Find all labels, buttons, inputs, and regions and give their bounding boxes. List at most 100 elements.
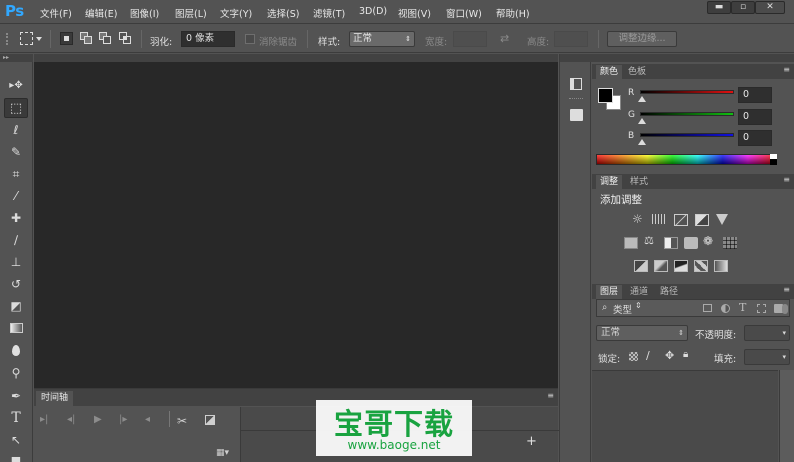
menu-layer[interactable]: 图层(L) [175,6,207,20]
blur-tool-icon[interactable] [4,341,28,361]
scissors-icon[interactable]: ✂ [177,414,187,428]
menu-filter[interactable]: 滤镜(T) [313,6,345,20]
blue-slider[interactable] [640,133,734,137]
red-slider-handle[interactable] [638,96,646,102]
crop-tool-icon[interactable]: ⌗ [4,164,28,184]
lock-pixels-icon[interactable]: ∕ [646,349,650,362]
tab-paths[interactable]: 路径 [656,285,682,299]
black-white-icon[interactable] [664,237,678,249]
feather-input[interactable]: 0 像素 [181,31,235,47]
tab-styles[interactable]: 样式 [626,175,652,189]
minimize-button[interactable]: ▬ [707,1,731,14]
intersect-selection-icon[interactable] [119,32,132,45]
menu-help[interactable]: 帮助(H) [496,6,530,20]
menu-image[interactable]: 图像(I) [130,6,159,20]
clone-stamp-tool-icon[interactable]: ⊥ [4,252,28,272]
adjustment-filter-icon[interactable] [721,304,730,313]
blue-slider-handle[interactable] [638,139,646,145]
panel-group-grip[interactable] [592,54,794,62]
tab-color[interactable]: 颜色 [596,65,623,79]
menu-edit[interactable]: 编辑(E) [85,6,117,20]
close-button[interactable]: ✕ [755,1,785,14]
red-value-input[interactable]: 0 [738,87,772,103]
color-lookup-icon[interactable] [723,237,737,249]
menu-select[interactable]: 选择(S) [267,6,299,20]
quick-selection-tool-icon[interactable]: ✎ [4,142,28,162]
hue-saturation-icon[interactable] [624,237,638,249]
filter-toggle[interactable] [782,304,788,314]
brightness-contrast-icon[interactable]: ☼ [632,212,646,226]
blue-value-input[interactable]: 0 [738,130,772,146]
green-value-input[interactable]: 0 [738,109,772,125]
width-input[interactable] [453,31,487,47]
add-to-selection-icon[interactable] [80,32,93,45]
rect-marquee-tool-icon[interactable]: ⬚ [4,98,28,118]
play-icon[interactable]: ▶ [94,414,102,425]
shape-tool-icon[interactable]: ■ [4,451,28,462]
new-selection-icon[interactable] [60,32,73,45]
photo-filter-icon[interactable] [684,237,698,249]
selective-color-icon[interactable] [694,260,708,272]
rect-marquee-preset-icon[interactable] [20,32,33,45]
tab-layers[interactable]: 图层 [596,285,623,299]
properties-panel-icon[interactable] [565,105,587,125]
refine-edge-button[interactable]: 调整边缘... [607,31,677,47]
history-panel-icon[interactable] [565,74,587,94]
dock-grip[interactable] [560,54,592,62]
panel-menu-icon[interactable]: ≡ [783,285,790,294]
chevron-down-icon[interactable] [36,37,42,41]
next-frame-icon[interactable]: |▸ [119,414,127,425]
shape-filter-icon[interactable] [757,304,766,313]
eyedropper-tool-icon[interactable]: ⁄ [4,186,28,206]
swap-dimensions-icon[interactable]: ⇄ [500,32,509,45]
foreground-color-swatch[interactable] [598,88,613,103]
type-filter-icon[interactable]: T [739,301,746,314]
curves-icon[interactable] [674,214,688,226]
canvas-area[interactable] [34,54,558,388]
menu-file[interactable]: 文件(F) [40,6,72,20]
previous-frame-icon[interactable]: ◂| [67,414,75,425]
style-select[interactable]: 正常 ⇕ [349,31,415,47]
maximize-button[interactable]: ▫ [731,1,755,14]
add-track-icon[interactable]: + [526,434,537,449]
green-slider-handle[interactable] [638,118,646,124]
tab-timeline[interactable]: 时间轴 [36,391,74,406]
exposure-icon[interactable] [695,214,709,226]
red-slider[interactable] [640,90,734,94]
lasso-tool-icon[interactable]: ℓ [4,120,28,140]
gradient-tool-icon[interactable] [4,318,28,338]
color-balance-icon[interactable]: ⚖ [644,234,658,247]
pen-tool-icon[interactable]: ✒ [4,386,28,406]
posterize-icon[interactable] [654,260,668,272]
path-selection-tool-icon[interactable]: ↖ [4,430,28,450]
lock-position-icon[interactable]: ✥ [665,349,674,362]
channel-mixer-icon[interactable]: ❁ [703,234,717,248]
antialias-checkbox[interactable] [245,34,255,44]
panel-menu-icon[interactable]: ≡ [547,391,554,400]
film-icon[interactable]: ▦▾ [216,448,229,458]
tab-swatches[interactable]: 色板 [624,65,650,79]
document-panel-grip[interactable] [34,54,558,62]
vibrance-icon[interactable] [716,214,728,225]
image-filter-icon[interactable] [703,304,712,312]
dodge-tool-icon[interactable]: ⚲ [4,363,28,383]
move-tool-icon[interactable]: ▸✥ [4,76,28,96]
brush-tool-icon[interactable]: ∕ [4,230,28,250]
subtract-from-selection-icon[interactable] [99,32,112,45]
invert-icon[interactable] [634,260,648,272]
tab-channels[interactable]: 通道 [626,285,652,299]
panel-menu-icon[interactable]: ≡ [783,175,790,184]
transition-icon[interactable] [205,415,215,425]
tools-panel-grip[interactable]: ▸▸ [0,54,33,62]
tab-adjustments[interactable]: 调整 [596,175,623,189]
first-frame-icon[interactable]: ▸| [40,414,48,425]
menu-type[interactable]: 文字(Y) [220,6,252,20]
gradient-map-icon[interactable] [714,260,728,272]
color-spectrum-bar[interactable] [596,154,774,165]
eraser-tool-icon[interactable]: ◩ [4,296,28,316]
levels-icon[interactable] [652,214,666,224]
opacity-input[interactable]: ▾ [744,325,790,341]
fill-input[interactable]: ▾ [744,349,790,365]
menu-3d[interactable]: 3D(D) [359,6,387,17]
threshold-icon[interactable] [674,260,688,272]
